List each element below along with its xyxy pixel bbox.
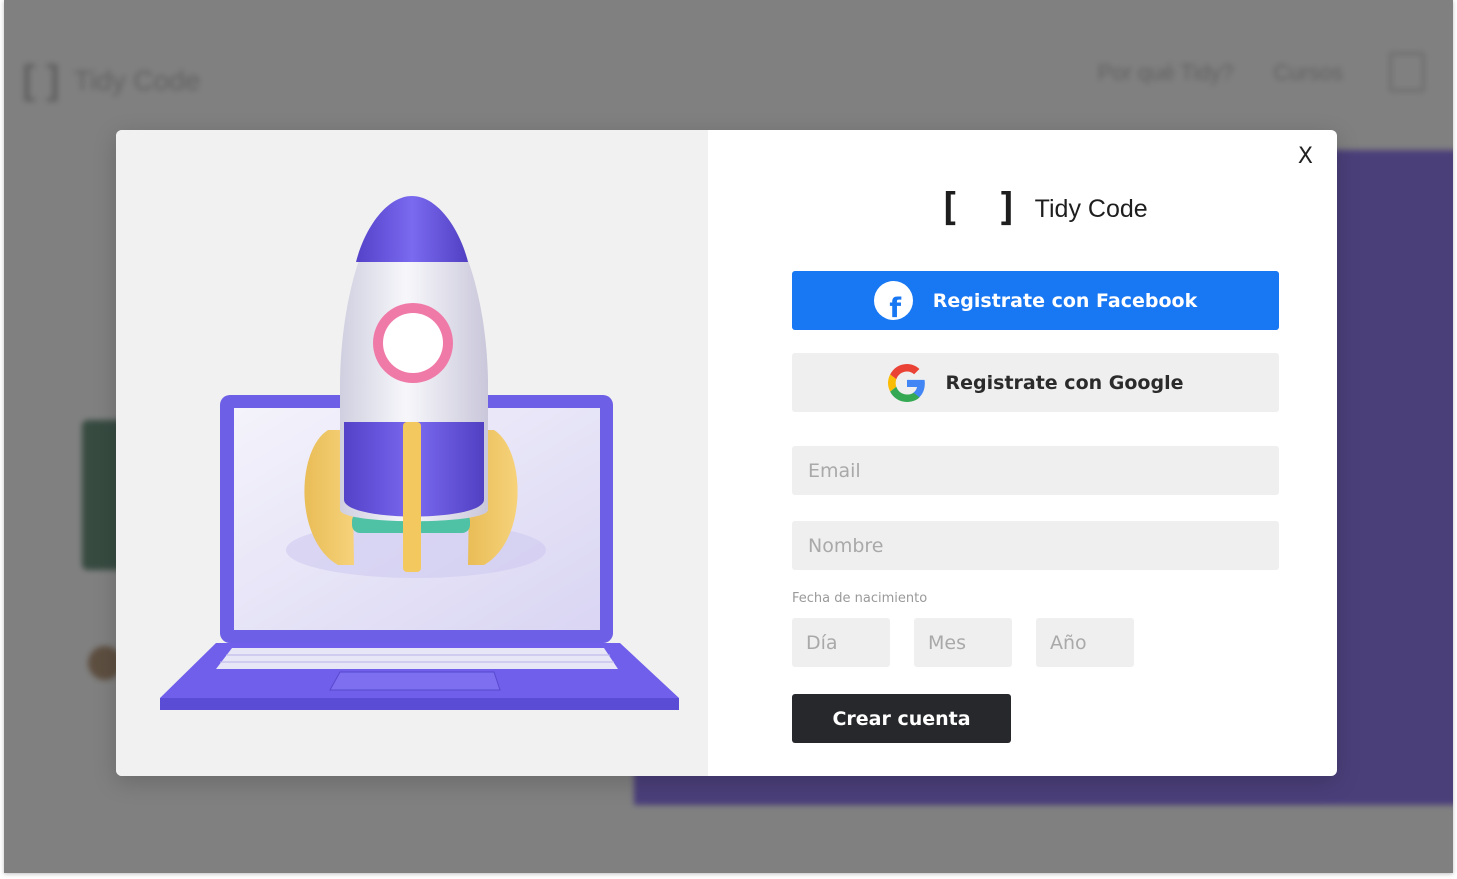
background-nav: Por qué Tidy? Cursos [1098,60,1343,86]
background-cart-icon [1389,52,1425,92]
google-icon [887,363,925,402]
birthdate-label: Fecha de nacimiento [792,591,928,606]
day-field[interactable] [792,618,890,667]
signup-modal: X [ ] Tidy Code f Registrate con Faceboo… [116,130,1337,776]
app-frame: [ ] Tidy Code Por qué Tidy? Cursos X []… [4,0,1453,873]
illustration-pane [116,130,708,776]
background-nav-item: Cursos [1273,60,1343,85]
facebook-icon: f [873,281,913,320]
google-signup-label: Registrate con Google [945,371,1184,394]
create-account-button[interactable]: Crear cuenta [792,694,1011,743]
background-nav-item: Por qué Tidy? [1097,60,1234,85]
facebook-signup-label: Registrate con Facebook [932,289,1198,312]
signup-form-pane: X [ ] Tidy Code f Registrate con Faceboo… [708,130,1337,776]
background-logo-mark: [ ] [22,58,60,102]
month-field[interactable] [914,618,1012,667]
brand-name: Tidy Code [1034,194,1148,223]
email-field[interactable] [792,446,1279,495]
background-logo-text: Tidy Code [73,64,201,96]
brand-mark: [ ] [938,185,1025,229]
brand-logo: [ ] Tidy Code [938,185,1148,229]
background-logo: [ ] Tidy Code [22,58,200,103]
facebook-signup-button[interactable]: f Registrate con Facebook [792,271,1279,330]
google-signup-button[interactable]: Registrate con Google [792,353,1279,412]
rocket-laptop-illustration [160,196,679,710]
nombre-field[interactable] [792,521,1279,570]
close-button[interactable]: X [1298,144,1313,169]
year-field[interactable] [1036,618,1134,667]
